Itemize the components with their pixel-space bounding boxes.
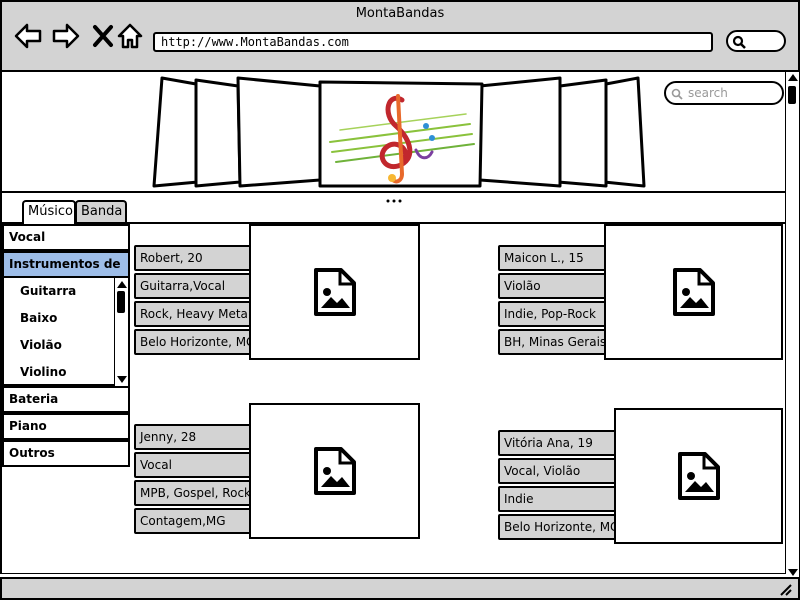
back-arrow-icon[interactable] bbox=[14, 22, 42, 50]
musician-instruments: Guitarra,Vocal bbox=[134, 273, 254, 299]
sublist-item-violao[interactable]: Violão bbox=[4, 332, 128, 359]
musician-genres: Indie bbox=[498, 486, 620, 512]
scroll-up-icon[interactable] bbox=[117, 281, 127, 288]
browser-search-field[interactable] bbox=[726, 30, 786, 52]
musician-photo[interactable] bbox=[614, 408, 783, 544]
musician-name[interactable]: Maicon L., 15 bbox=[498, 245, 610, 271]
forward-arrow-icon[interactable] bbox=[52, 22, 80, 50]
musician-name[interactable]: Robert, 20 bbox=[134, 245, 254, 271]
image-placeholder-icon bbox=[313, 447, 356, 495]
musician-photo[interactable] bbox=[249, 403, 420, 539]
musician-name[interactable]: Vitória Ana, 19 bbox=[498, 430, 620, 456]
accordion-instrumentos[interactable]: Instrumentos de bbox=[2, 251, 130, 278]
image-carousel[interactable] bbox=[140, 74, 660, 192]
url-bar[interactable]: http://www.MontaBandas.com bbox=[153, 32, 713, 52]
carousel-slide-right-3 bbox=[602, 76, 646, 188]
resize-grip-icon[interactable] bbox=[778, 582, 792, 596]
carousel-slide-right-1 bbox=[478, 76, 562, 188]
search-placeholder: search bbox=[688, 86, 728, 100]
accordion-vocal[interactable]: Vocal bbox=[2, 224, 130, 251]
carousel-slide-left-3 bbox=[152, 76, 200, 188]
sublist-scrollbar[interactable] bbox=[114, 278, 128, 386]
musician-photo[interactable] bbox=[249, 224, 420, 360]
musician-name[interactable]: Jenny, 28 bbox=[134, 424, 254, 450]
musician-city: BH, Minas Gerais bbox=[498, 329, 610, 355]
accordion-bateria[interactable]: Bateria bbox=[2, 386, 130, 413]
scroll-down-icon[interactable] bbox=[117, 376, 127, 383]
instrument-sublist: Guitarra Baixo Violão Violino bbox=[2, 278, 130, 386]
musician-city: Belo Horizonte, MG bbox=[498, 514, 620, 540]
musician-photo[interactable] bbox=[604, 224, 783, 360]
musician-instruments: Vocal bbox=[134, 452, 254, 478]
search-icon bbox=[732, 35, 746, 49]
image-placeholder-icon bbox=[677, 452, 720, 500]
pager-dots-icon bbox=[386, 199, 402, 203]
carousel-slide-right-2 bbox=[556, 78, 608, 188]
search-icon bbox=[671, 88, 683, 100]
tab-musico[interactable]: Músico bbox=[22, 200, 76, 224]
status-bar bbox=[0, 577, 800, 600]
home-icon[interactable] bbox=[116, 22, 144, 50]
window-title: MontaBandas bbox=[355, 6, 445, 21]
scroll-down-icon[interactable] bbox=[788, 569, 798, 576]
image-placeholder-icon bbox=[313, 268, 356, 316]
scrollbar-thumb[interactable] bbox=[117, 291, 125, 313]
carousel-slide-left-1 bbox=[236, 76, 322, 188]
accordion-piano[interactable]: Piano bbox=[2, 413, 130, 440]
close-icon[interactable] bbox=[90, 22, 118, 50]
carousel-slide-left-2 bbox=[194, 78, 242, 188]
page-vertical-scrollbar[interactable] bbox=[785, 72, 799, 578]
scrollbar-thumb[interactable] bbox=[788, 86, 796, 104]
search-input[interactable]: search bbox=[664, 81, 784, 105]
carousel-pager[interactable] bbox=[384, 189, 404, 203]
musician-instruments: Vocal, Violão bbox=[498, 458, 620, 484]
musician-genres: MPB, Gospel, Rock bbox=[134, 480, 254, 506]
sublist-item-guitarra[interactable]: Guitarra bbox=[4, 278, 128, 305]
sublist-item-baixo[interactable]: Baixo bbox=[4, 305, 128, 332]
musician-instruments: Violão bbox=[498, 273, 610, 299]
image-placeholder-icon bbox=[672, 268, 715, 316]
sublist-item-violino[interactable]: Violino bbox=[4, 359, 128, 386]
musician-city: Belo Horizonte, MG bbox=[134, 329, 254, 355]
scroll-up-icon[interactable] bbox=[788, 74, 798, 81]
tab-banda[interactable]: Banda bbox=[75, 200, 127, 222]
musician-genres: Rock, Heavy Metal bbox=[134, 301, 254, 327]
musician-genres: Indie, Pop-Rock bbox=[498, 301, 610, 327]
accordion-outros[interactable]: Outros bbox=[2, 440, 130, 467]
musician-city: Contagem,MG bbox=[134, 508, 254, 534]
